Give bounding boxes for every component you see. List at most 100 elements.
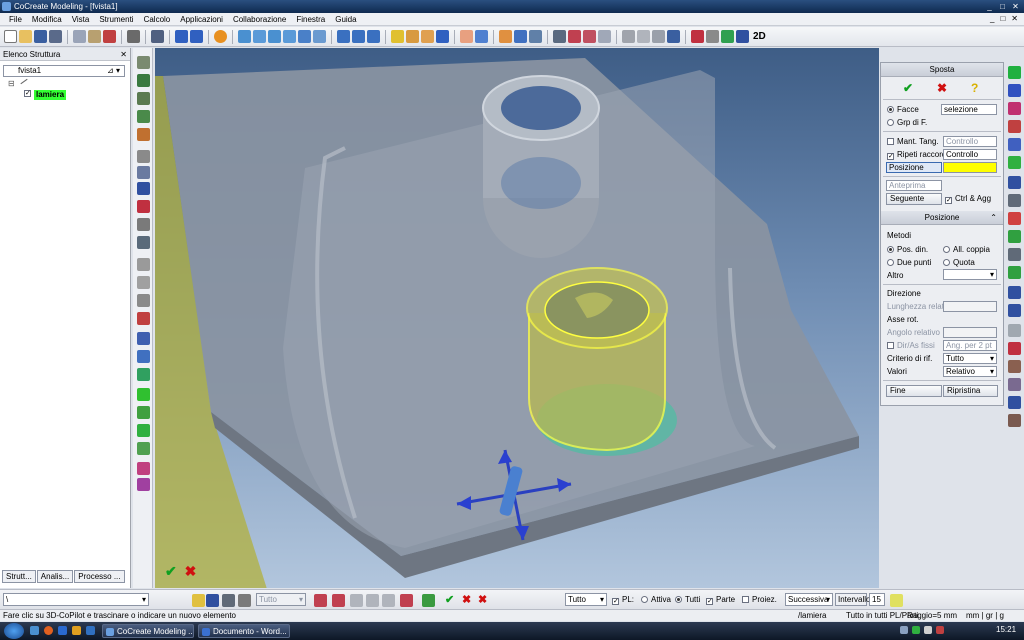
menu-guida[interactable]: Guida: [330, 13, 361, 26]
snap-axis-icon[interactable]: [382, 594, 395, 607]
library-icon[interactable]: [1008, 248, 1021, 261]
spline-icon[interactable]: [1008, 230, 1021, 243]
task-word[interactable]: Documento - Word...: [198, 624, 290, 638]
security-icon[interactable]: [936, 626, 944, 634]
workplane-icon[interactable]: [529, 30, 542, 43]
dimension-icon[interactable]: [583, 30, 596, 43]
part-icon[interactable]: [499, 30, 512, 43]
cancel-icon[interactable]: ✖: [462, 593, 471, 606]
doc-close-button[interactable]: ✕: [1011, 14, 1018, 23]
unite-icon[interactable]: [137, 166, 150, 179]
altro-select[interactable]: ▾: [943, 269, 997, 280]
rotate-view-icon[interactable]: [283, 30, 296, 43]
media-icon[interactable]: [86, 626, 95, 635]
fit-view-icon[interactable]: [238, 30, 251, 43]
desktop-icon[interactable]: [58, 626, 67, 635]
facce-radio[interactable]: Facce: [887, 104, 919, 115]
move-part-icon[interactable]: [137, 388, 150, 401]
geometry-icon[interactable]: [1008, 156, 1021, 169]
modify-face-icon[interactable]: [137, 350, 150, 363]
tree-filter-icon[interactable]: ⊿ ▾: [107, 66, 120, 76]
menu-collaborazione[interactable]: Collaborazione: [228, 13, 291, 26]
tutti-radio[interactable]: Tutti: [675, 594, 700, 605]
open-icon[interactable]: [19, 30, 32, 43]
workplane-icon[interactable]: [1008, 84, 1021, 97]
shell-icon[interactable]: [137, 128, 150, 141]
shaded-icon[interactable]: [391, 30, 404, 43]
tools-icon[interactable]: [736, 30, 749, 43]
minimize-button[interactable]: _: [985, 2, 994, 11]
text-icon[interactable]: [553, 30, 566, 43]
snap-point-icon[interactable]: [332, 594, 345, 607]
viewport-cancel-icon[interactable]: ✖: [185, 563, 197, 579]
fine-button[interactable]: Fine: [886, 385, 942, 397]
mant-tang-value[interactable]: Controllo: [943, 136, 997, 147]
doc-restore-button[interactable]: □: [1000, 14, 1005, 23]
cancel-icon[interactable]: ✖: [937, 81, 947, 95]
ripeti-checkbox[interactable]: ✓ Ripeti raccordi: [887, 149, 948, 160]
pl-checkbox[interactable]: ✓ PL:: [612, 594, 634, 605]
snap-edge-icon[interactable]: [350, 594, 363, 607]
scope-select[interactable]: Tutto ▾: [565, 593, 607, 606]
measure-icon[interactable]: [568, 30, 581, 43]
split-icon[interactable]: [137, 218, 150, 231]
ok-icon[interactable]: ✔: [903, 81, 913, 95]
explorer-icon[interactable]: [72, 626, 81, 635]
facce-value[interactable]: selezione: [941, 104, 997, 115]
successiva-select[interactable]: Successiva ▾: [785, 593, 833, 606]
sheetmetal-icon[interactable]: [1008, 194, 1021, 207]
offset-icon[interactable]: [137, 312, 150, 325]
cut-icon[interactable]: [103, 30, 116, 43]
flip-icon[interactable]: [314, 594, 327, 607]
grp-radio[interactable]: Grp di F.: [887, 117, 927, 128]
pan-icon[interactable]: [298, 30, 311, 43]
lunghezza-field[interactable]: [943, 301, 997, 312]
tree-root-view[interactable]: fvista1 ⊿ ▾: [3, 65, 125, 77]
section-icon[interactable]: [460, 30, 473, 43]
abort-icon[interactable]: ✖: [478, 593, 487, 606]
tab-processo[interactable]: Processo ...: [74, 570, 125, 583]
volume-icon[interactable]: [924, 626, 932, 634]
ctrl-agg-checkbox[interactable]: ✓ Ctrl & Agg: [945, 193, 991, 204]
tray-app-icon[interactable]: [912, 626, 920, 634]
wireframe-icon[interactable]: [421, 30, 434, 43]
colors-icon[interactable]: [721, 30, 734, 43]
tools-icon[interactable]: [1008, 414, 1021, 427]
rotate-part-icon[interactable]: [137, 406, 150, 419]
filter-icon[interactable]: [222, 594, 235, 607]
filter-select[interactable]: Tutto ▾: [256, 593, 306, 606]
print-icon[interactable]: [127, 30, 140, 43]
menu-strumenti[interactable]: Strumenti: [94, 13, 138, 26]
copy-icon[interactable]: [73, 30, 86, 43]
surface-icon[interactable]: [1008, 324, 1021, 337]
ang-2pt-button[interactable]: Ang. per 2 pt: [943, 340, 997, 351]
tree-node-checkbox[interactable]: ✓: [24, 90, 31, 97]
assembly-icon[interactable]: [514, 30, 527, 43]
snap-face-icon[interactable]: [366, 594, 379, 607]
intervallo-input[interactable]: 15: [869, 593, 885, 606]
new-icon[interactable]: [4, 30, 17, 43]
menu-modifica[interactable]: Modifica: [27, 13, 67, 26]
sketch-icon[interactable]: [1008, 102, 1021, 115]
maximize-button[interactable]: □: [998, 2, 1007, 11]
anteprima-button[interactable]: Anteprima: [886, 180, 942, 191]
mirror-icon[interactable]: [137, 424, 150, 437]
line-icon[interactable]: [137, 478, 150, 491]
grid-icon[interactable]: [622, 30, 635, 43]
mant-tang-checkbox[interactable]: Mant. Tang.: [887, 136, 939, 147]
menu-file[interactable]: File: [4, 13, 27, 26]
asse-rot-label[interactable]: Asse rot.: [887, 314, 919, 325]
tab-analisi[interactable]: Analis...: [36, 570, 74, 583]
layers-icon[interactable]: [652, 30, 665, 43]
menu-vista[interactable]: Vista: [67, 13, 95, 26]
posizione-value[interactable]: [943, 162, 997, 173]
paste-icon[interactable]: [88, 30, 101, 43]
close-button[interactable]: ✕: [1011, 2, 1020, 11]
undo-icon[interactable]: [175, 30, 188, 43]
angolo-field[interactable]: [943, 327, 997, 338]
store-icon[interactable]: [667, 30, 680, 43]
help-icon[interactable]: ?: [971, 81, 978, 95]
pipe-icon[interactable]: [1008, 266, 1021, 279]
feature-icon[interactable]: [1008, 286, 1021, 299]
bulb-icon[interactable]: [890, 594, 903, 607]
